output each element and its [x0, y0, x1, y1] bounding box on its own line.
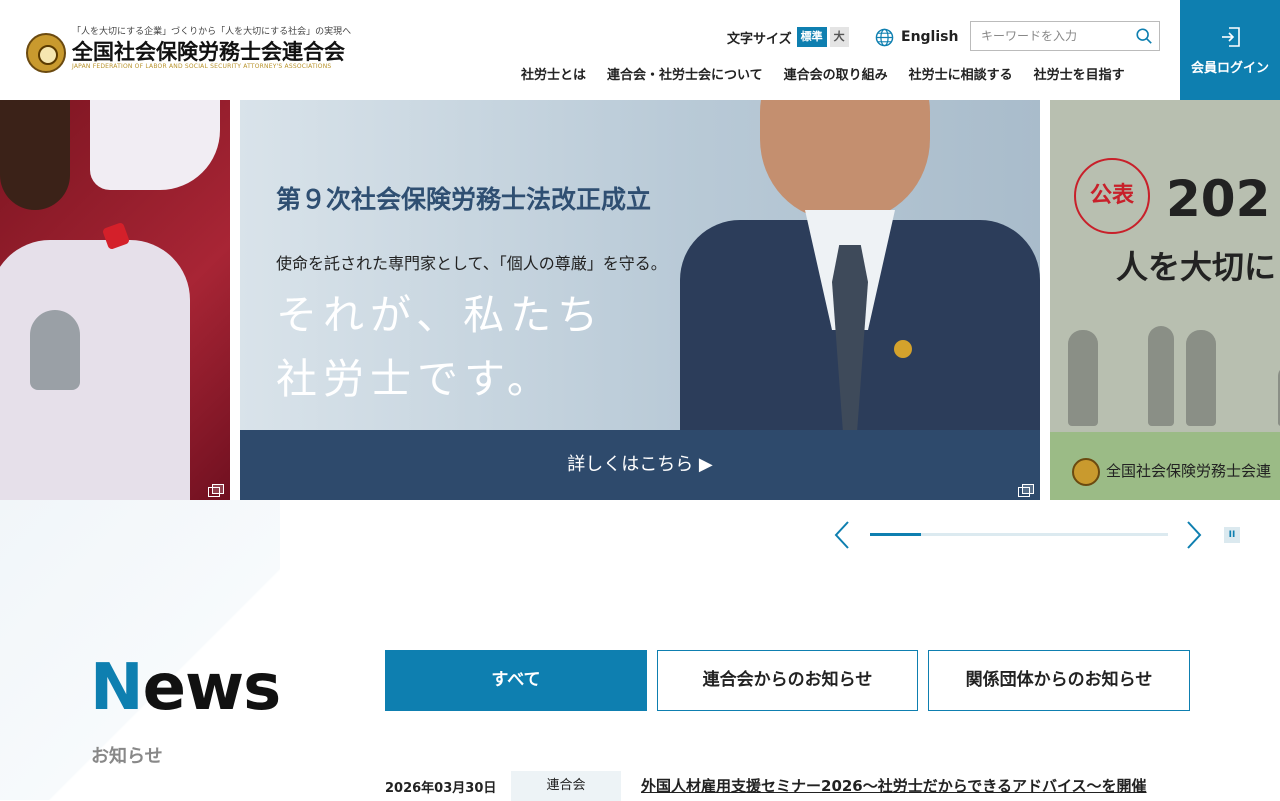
emblem-icon	[26, 33, 66, 73]
news-item-date: 2026年03月30日	[385, 781, 497, 796]
search-input[interactable]	[971, 22, 1121, 50]
english-label: English	[901, 29, 959, 45]
announcement-footer-text: 全国社会保険労務士会連	[1106, 462, 1272, 480]
logo-org-name-en: JAPAN FEDERATION OF LABOR AND SOCIAL SEC…	[72, 63, 332, 70]
news-tab-related-orgs[interactable]: 関係団体からのお知らせ	[928, 650, 1190, 711]
site-header: 「人を大切にする企業」づくりから「人を大切にする社会」の実現へ 全国社会保険労務…	[0, 0, 1280, 100]
font-size-large-button[interactable]: 大	[829, 27, 849, 47]
site-logo[interactable]: 「人を大切にする企業」づくりから「人を大切にする社会」の実現へ 全国社会保険労務…	[26, 22, 371, 74]
slide-catch-line1: それが、私たち	[276, 291, 605, 339]
slider-prev-button[interactable]	[832, 520, 852, 550]
slide-catch-line2: 社労士です。	[276, 355, 554, 403]
external-link-icon	[1018, 484, 1034, 497]
slide-cta-button[interactable]: 詳しくはこちら ▶	[240, 430, 1040, 500]
slider-progress-bar	[870, 533, 1168, 536]
slide-lead: 使命を託された専門家として、「個人の尊厳」を守る。	[276, 254, 667, 273]
slide-anime-banner[interactable]	[0, 100, 230, 500]
news-tab-federation[interactable]: 連合会からのお知らせ	[657, 650, 918, 711]
news-subheading: お知らせ	[91, 746, 163, 767]
news-item-category: 連合会	[511, 771, 621, 801]
emblem-icon	[1072, 458, 1100, 486]
nav-item-become[interactable]: 社労士を目指す	[1034, 64, 1125, 83]
font-size-standard-button[interactable]: 標準	[796, 27, 827, 47]
news-heading-rest: ews	[142, 651, 282, 725]
nav-item-consult[interactable]: 社労士に相談する	[909, 64, 1013, 83]
businessman-photo	[660, 100, 1040, 440]
font-size-label: 文字サイズ	[727, 31, 792, 47]
external-link-icon	[208, 484, 224, 497]
slider-progress-fill	[870, 533, 921, 536]
slide-headline: 第９次社会保険労務士法改正成立	[276, 185, 652, 214]
slider-pause-button[interactable]: II	[1224, 527, 1240, 543]
news-heading-initial: N	[90, 651, 144, 725]
anime-illustration	[0, 100, 230, 500]
nav-item-initiatives[interactable]: 連合会の取り組み	[784, 64, 888, 83]
slide-catchcopy: それが、私たち 社労士です。	[276, 283, 604, 411]
people-pictogram	[1068, 326, 1280, 426]
announcement-footer: 全国社会保険労務士会連	[1050, 432, 1280, 500]
slide-announcement[interactable]: 公表 202 人を大切に 全国社会保険労務士会連	[1050, 100, 1280, 500]
announcement-badge: 公表	[1074, 158, 1150, 234]
login-icon	[1222, 27, 1240, 47]
slide-law-revision[interactable]: 第９次社会保険労務士法改正成立 使命を託された専門家として、「個人の尊厳」を守る…	[240, 100, 1040, 500]
slider-next-button[interactable]	[1184, 520, 1204, 550]
news-item: 2026年03月30日 連合会 外国人材雇用支援セミナー2026〜社労士だからで…	[385, 771, 1185, 801]
nav-item-about-sharoushi[interactable]: 社労士とは	[521, 64, 586, 83]
news-item-link[interactable]: 外国人材雇用支援セミナー2026〜社労士だからできるアドバイス〜を開催	[641, 775, 1147, 796]
globe-icon	[875, 28, 894, 46]
announcement-subtitle: 人を大切に	[1116, 248, 1277, 286]
logo-org-name: 全国社会保険労務士会連合会	[72, 40, 345, 64]
member-login-button[interactable]: 会員ログイン	[1180, 0, 1280, 100]
global-nav: 社労士とは 連合会・社労士会について 連合会の取り組み 社労士に相談する 社労士…	[521, 64, 1125, 83]
search-icon[interactable]	[1135, 27, 1153, 45]
member-login-label: 会員ログイン	[1190, 61, 1269, 76]
news-tab-all[interactable]: すべて	[385, 650, 647, 711]
english-link[interactable]: English	[875, 26, 958, 48]
search-box	[970, 21, 1160, 51]
announcement-year: 202	[1166, 170, 1271, 228]
news-heading: News	[90, 648, 282, 728]
hero-slider: 第９次社会保険労務士法改正成立 使命を託された専門家として、「個人の尊厳」を守る…	[0, 100, 1280, 500]
font-size-switcher: 文字サイズ 標準 大	[727, 26, 849, 48]
nav-item-about-federation[interactable]: 連合会・社労士会について	[607, 64, 763, 83]
